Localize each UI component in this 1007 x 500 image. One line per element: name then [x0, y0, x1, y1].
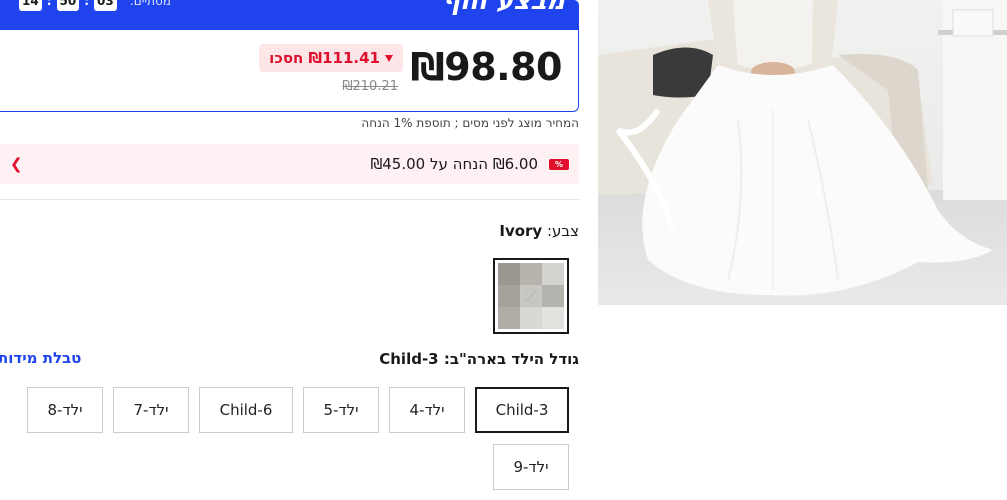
coupon-bar[interactable]: ❮ ₪6.00 הנחה על ₪45.00 % [0, 144, 579, 184]
down-arrow-icon [385, 54, 393, 62]
color-label-text: צבע: [546, 222, 579, 240]
size-option-9[interactable]: ילד-9 [493, 444, 569, 490]
size-chart-link[interactable]: טבלת מידות [0, 349, 81, 367]
deal-title: מבצע חוף [442, 0, 565, 16]
original-price: ₪210.21 [342, 79, 398, 94]
size-label: גודל הילד בארה"ב: Child-3 [379, 350, 579, 368]
product-image[interactable] [598, 0, 1007, 305]
price-box: ₪98.80 ₪111.41 חסכו ₪210.21 [0, 29, 579, 112]
size-option-child-3[interactable]: Child-3 [475, 387, 569, 433]
countdown-hours: 14 [19, 0, 42, 11]
coupon-icon: % [549, 159, 569, 170]
countdown-label: מסתיים: [129, 0, 171, 8]
countdown-minutes: 50 [56, 0, 80, 11]
color-swatch-ivory[interactable] [493, 258, 569, 334]
size-option-child-6[interactable]: Child-6 [199, 387, 293, 433]
size-option-8[interactable]: ילד-8 [27, 387, 103, 433]
deal-banner: 14 : 50 : 03 מסתיים: מבצע חוף [0, 0, 579, 30]
product-page: 14 : 50 : 03 מסתיים: מבצע חוף ₪98.80 ₪11… [0, 0, 1007, 500]
color-value: Ivory [499, 222, 543, 240]
size-option-4[interactable]: ילד-4 [389, 387, 465, 433]
countdown-separator: : [46, 0, 52, 8]
dress-photo [598, 0, 1007, 305]
savings-text: ₪111.41 חסכו [269, 49, 380, 67]
size-option-5[interactable]: ילד-5 [303, 387, 379, 433]
color-label: צבע: Ivory [499, 222, 579, 240]
coupon-text: ₪6.00 הנחה על ₪45.00 [370, 155, 538, 173]
chevron-left-icon[interactable]: ❮ [10, 155, 23, 173]
countdown-seconds: 03 [94, 0, 117, 11]
tax-note: המחיר מוצג לפני מסים ; תוספת 1% הנחה [361, 116, 579, 130]
current-price: ₪98.80 [410, 45, 562, 89]
unavailable-icon [524, 289, 538, 303]
countdown-separator: : [84, 0, 90, 8]
savings-badge: ₪111.41 חסכו [259, 44, 403, 72]
divider [0, 199, 579, 200]
size-option-7[interactable]: ילד-7 [113, 387, 189, 433]
swatch-image [498, 263, 564, 329]
countdown-timer: 14 : 50 : 03 מסתיים: [19, 0, 171, 11]
